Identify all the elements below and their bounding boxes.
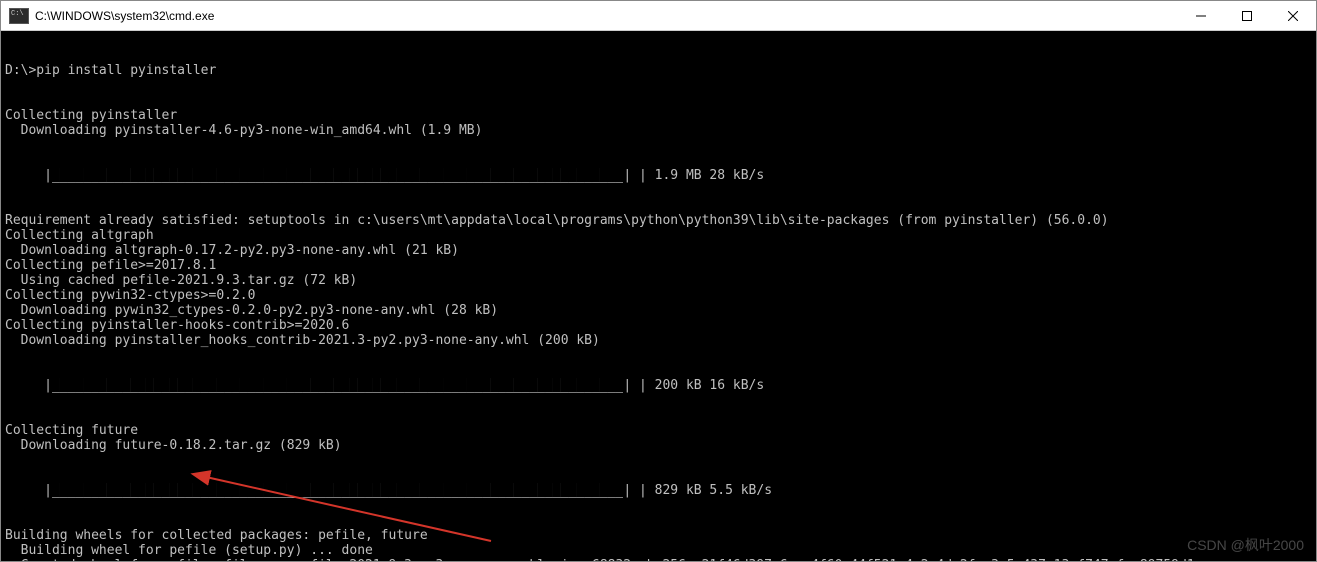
minimize-button[interactable] (1178, 1, 1224, 30)
maximize-button[interactable] (1224, 1, 1270, 30)
progress-bar: |███████████████████████████████████████… (5, 168, 1312, 183)
prompt-line: D:\>pip install pyinstaller (5, 63, 1312, 78)
close-button[interactable] (1270, 1, 1316, 30)
output-line: Collecting altgraph (5, 228, 1312, 243)
watermark: CSDN @枫叶2000 (1187, 538, 1304, 553)
output-line: Collecting pyinstaller-hooks-contrib>=20… (5, 318, 1312, 333)
output-line: Building wheel for pefile (setup.py) ...… (5, 543, 1312, 558)
terminal-output[interactable]: D:\>pip install pyinstaller Collecting p… (1, 31, 1316, 561)
output-line: Collecting pefile>=2017.8.1 (5, 258, 1312, 273)
progress-bar: |███████████████████████████████████████… (5, 483, 1312, 498)
titlebar[interactable]: C:\WINDOWS\system32\cmd.exe (1, 1, 1316, 31)
output-line: Downloading pyinstaller-4.6-py3-none-win… (5, 123, 1312, 138)
output-line: Using cached pefile-2021.9.3.tar.gz (72 … (5, 273, 1312, 288)
progress-bar: |███████████████████████████████████████… (5, 378, 1312, 393)
output-line: Downloading altgraph-0.17.2-py2.py3-none… (5, 243, 1312, 258)
output-line: Collecting pyinstaller (5, 108, 1312, 123)
output-line: Requirement already satisfied: setuptool… (5, 213, 1312, 228)
output-line: Collecting future (5, 423, 1312, 438)
output-line: Downloading pyinstaller_hooks_contrib-20… (5, 333, 1312, 348)
output-line: Building wheels for collected packages: … (5, 528, 1312, 543)
output-line: Collecting pywin32-ctypes>=0.2.0 (5, 288, 1312, 303)
output-line: Downloading future-0.18.2.tar.gz (829 kB… (5, 438, 1312, 453)
cmd-icon (9, 8, 29, 24)
window-title: C:\WINDOWS\system32\cmd.exe (35, 9, 1178, 23)
cmd-window: C:\WINDOWS\system32\cmd.exe D:\>pip inst… (0, 0, 1317, 562)
window-controls (1178, 1, 1316, 30)
output-line: Downloading pywin32_ctypes-0.2.0-py2.py3… (5, 303, 1312, 318)
output-line: Created wheel for pefile: filename=pefil… (5, 558, 1312, 561)
